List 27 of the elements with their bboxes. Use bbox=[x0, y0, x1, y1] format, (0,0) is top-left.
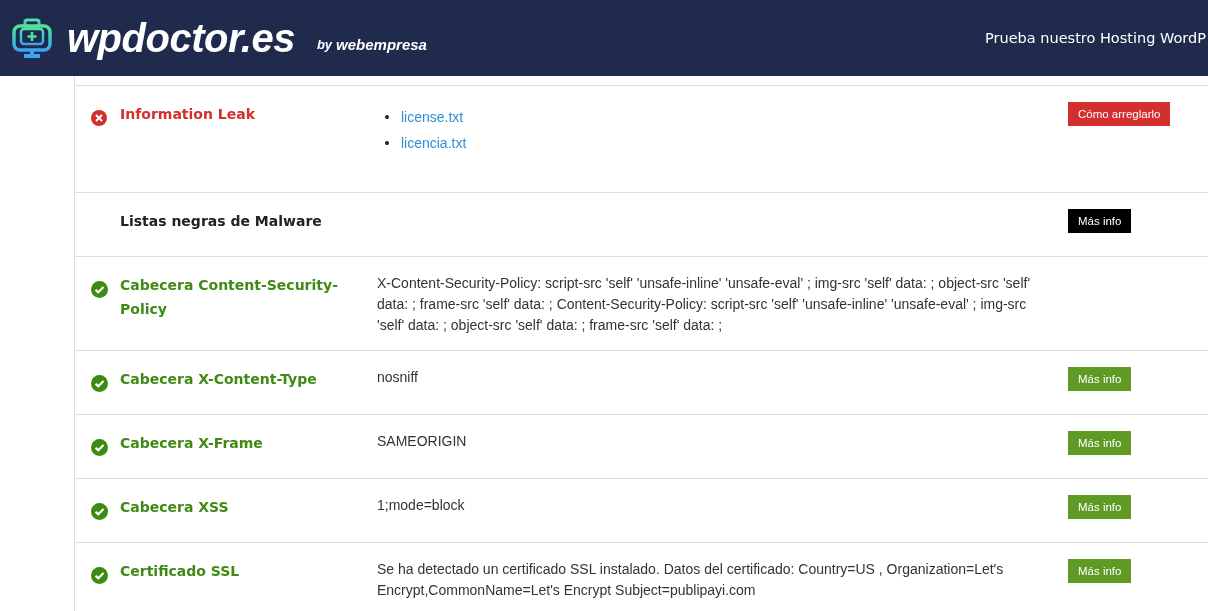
check-name: Cabecera XSS bbox=[120, 498, 230, 517]
check-value: nosniff bbox=[377, 368, 418, 385]
info-button[interactable]: Más info bbox=[1068, 559, 1132, 583]
info-button[interactable]: Más info bbox=[1068, 431, 1132, 455]
check-name: Listas negras de Malware bbox=[120, 212, 323, 231]
info-button[interactable]: Más info bbox=[1068, 367, 1132, 391]
check-value: Se ha detectado un certificado SSL instalado. Datos del certificado: Country=US , Organization=Let's Encrypt,CommonName=Let's Encrypt Subject=publipayi.com bbox=[377, 560, 1004, 598]
brand-logo[interactable]: webempresa bbox=[336, 35, 427, 53]
site-logo[interactable]: wpdoctor.es bbox=[67, 15, 295, 61]
fix-button[interactable]: Cómo arreglarlo bbox=[1068, 102, 1171, 126]
check-name: Cabecera X-Content-Type bbox=[120, 370, 318, 389]
hosting-link[interactable]: Prueba nuestro Hosting WordP bbox=[985, 30, 1208, 46]
check-name: Cabecera Content-Security-Policy bbox=[120, 276, 339, 319]
check-name: Cabecera X-Frame bbox=[120, 434, 264, 453]
check-name: Information Leak bbox=[120, 105, 256, 124]
bullet: • bbox=[383, 134, 391, 153]
medical-monitor-icon bbox=[11, 17, 53, 59]
check-value: SAMEORIGIN bbox=[377, 432, 467, 449]
by-label: by bbox=[316, 36, 333, 52]
file-link[interactable]: licencia.txt bbox=[400, 130, 467, 156]
check-name: Certificado SSL bbox=[120, 562, 241, 581]
check-value: X-Content-Security-Policy: script-src 'self' 'unsafe-inline' 'unsafe-eval' ; img-src 'self' data: ; object-src 'self' data: ; frame-src 'self' data: ; Content-Security-Policy: script-src 'self' 'unsafe-inline' 'unsafe-eval' ; img-src 'self' data: ; object-src 'self' data: ; frame-src 'self' data: ; bbox=[377, 274, 1031, 333]
info-button[interactable]: Más info bbox=[1068, 209, 1132, 233]
info-button[interactable]: Más info bbox=[1068, 495, 1132, 519]
check-value: 1;mode=block bbox=[377, 496, 465, 513]
file-link[interactable]: license.txt bbox=[400, 104, 464, 130]
bullet: • bbox=[383, 108, 391, 127]
